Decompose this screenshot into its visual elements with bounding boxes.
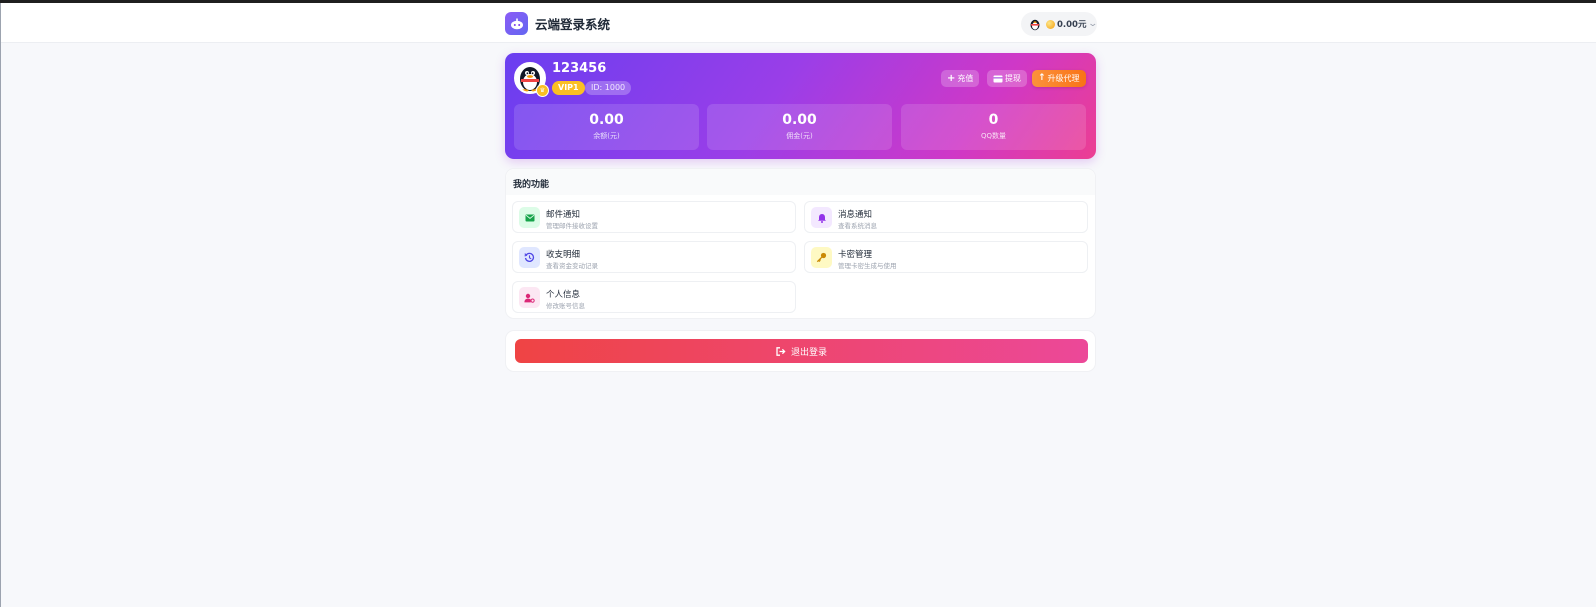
stat-label: 佣金(元) (786, 132, 813, 140)
function-item-email-notify[interactable]: 邮件通知 管理邮件接收设置 (512, 201, 796, 233)
function-item-message-notify[interactable]: 消息通知 查看系统消息 (804, 201, 1088, 233)
logout-card: 退出登录 (505, 330, 1096, 372)
upgrade-label: 升级代理 (1047, 74, 1080, 83)
function-name: 邮件通知 (546, 210, 581, 220)
stat-commission: 0.00 佣金(元) (707, 104, 892, 150)
user-menu-dropdown[interactable]: 0.00元 ⌄ (1021, 12, 1099, 36)
logout-button[interactable]: 退出登录 (515, 339, 1088, 363)
profile-card: ♛ 123456 VIP1 ID: 1000 + 充值 提现 ↑ 升级代理 0.… (505, 53, 1096, 159)
brand-title: 云端登录系统 (535, 17, 611, 32)
card-icon (993, 75, 1003, 82)
stat-label: 余额(元) (593, 132, 620, 140)
function-desc: 管理邮件接收设置 (546, 222, 598, 230)
function-desc: 修改账号信息 (546, 302, 585, 310)
upgrade-agent-button[interactable]: ↑ 升级代理 (1032, 70, 1086, 87)
stat-value: 0 (988, 112, 999, 128)
chevron-down-icon: ⌄ (1087, 19, 1099, 29)
stat-value: 0.00 (589, 112, 624, 128)
stat-value: 0.00 (782, 112, 817, 128)
stat-qq-count: 0 QQ数量 (901, 104, 1086, 150)
recharge-label: 充值 (957, 74, 974, 83)
function-item-transactions[interactable]: 收支明细 查看资金变动记录 (512, 241, 796, 273)
withdraw-button[interactable]: 提现 (987, 70, 1027, 87)
sign-out-icon (776, 346, 786, 356)
function-name: 收支明细 (546, 250, 581, 260)
username: 123456 (552, 61, 607, 76)
recharge-button[interactable]: + 充值 (941, 70, 980, 87)
window-left-edge (0, 3, 1, 607)
vip-badge: VIP1 (552, 81, 585, 95)
crown-badge-icon: ♛ (536, 84, 549, 97)
top-navbar: 云端登录系统 0.00元 ⌄ (1, 3, 1596, 43)
user-id-badge: ID: 1000 (585, 81, 632, 95)
functions-title: 我的功能 (506, 169, 1095, 195)
function-item-card-key-manage[interactable]: 卡密管理 管理卡密生成与使用 (804, 241, 1088, 273)
function-item-profile-info[interactable]: 个人信息 修改账号信息 (512, 281, 796, 313)
function-name: 个人信息 (546, 290, 581, 300)
user-gear-icon (519, 287, 540, 308)
mail-icon (519, 207, 540, 228)
function-name: 消息通知 (838, 210, 873, 220)
bell-icon (811, 207, 832, 228)
plus-icon: + (947, 73, 956, 84)
brand[interactable]: 云端登录系统 (505, 12, 610, 35)
function-desc: 管理卡密生成与使用 (838, 262, 897, 270)
logout-label: 退出登录 (790, 347, 827, 358)
arrow-up-icon: ↑ (1038, 73, 1046, 83)
function-desc: 查看资金变动记录 (546, 262, 598, 270)
stat-balance: 0.00 余额(元) (514, 104, 699, 150)
history-icon (519, 247, 540, 268)
coin-icon (1046, 19, 1055, 29)
qq-avatar-icon (1030, 19, 1040, 31)
function-name: 卡密管理 (838, 250, 873, 260)
key-icon (811, 247, 832, 268)
functions-card: 我的功能 邮件通知 管理邮件接收设置 消息通知 查看系统消息 收支明细 查看资金… (505, 168, 1096, 319)
function-desc: 查看系统消息 (838, 222, 877, 230)
nav-balance: 0.00元 (1057, 20, 1087, 30)
stat-label: QQ数量 (980, 132, 1007, 140)
cloud-robot-logo-icon (505, 12, 528, 35)
withdraw-label: 提现 (1005, 74, 1021, 83)
